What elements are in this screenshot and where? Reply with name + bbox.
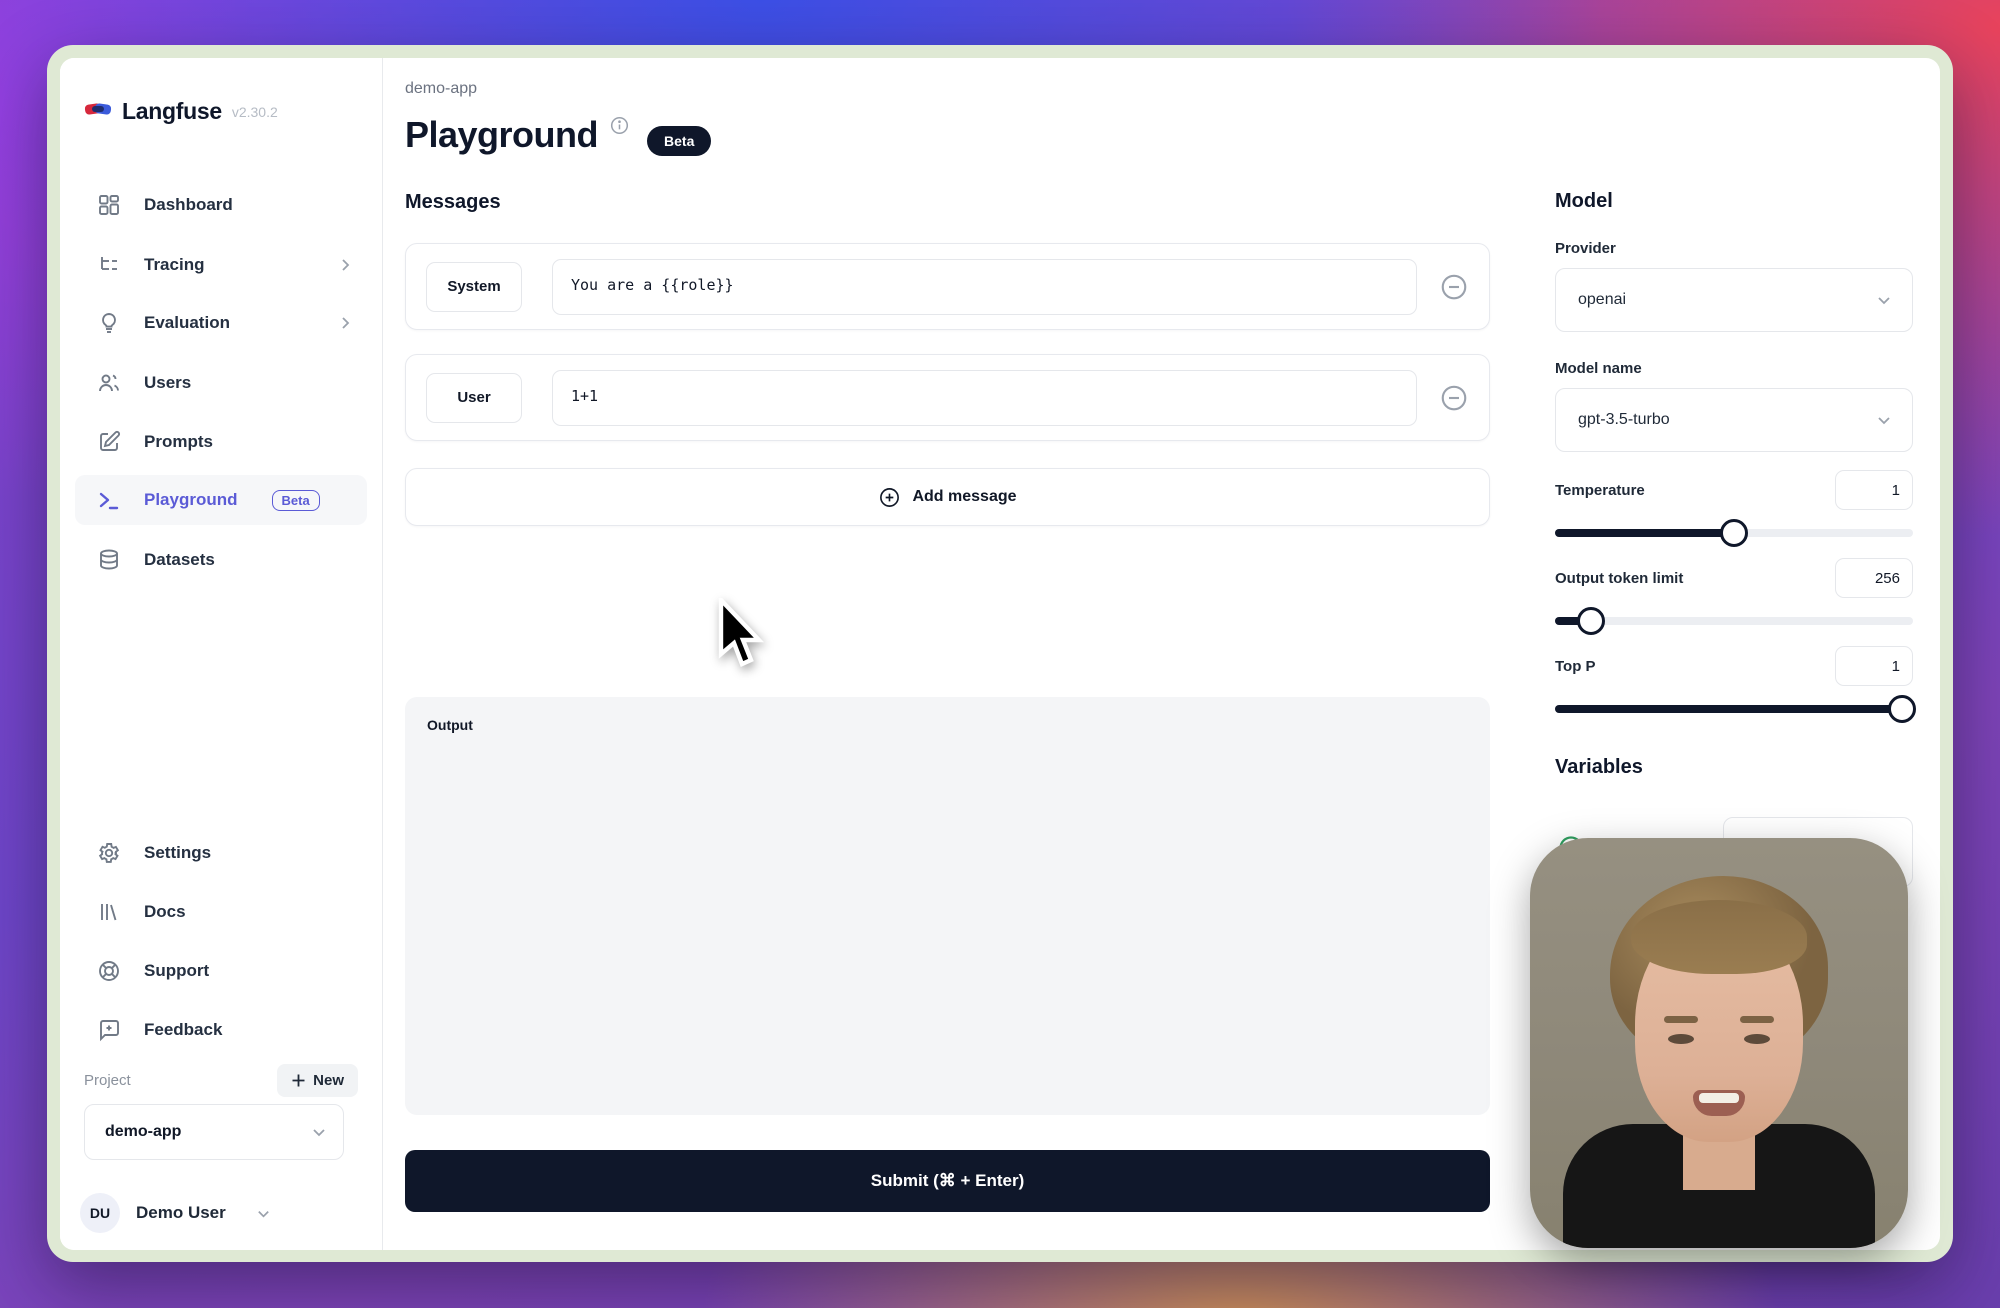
sidebar-item-support[interactable]: Support xyxy=(75,946,367,996)
user-name: Demo User xyxy=(136,1203,226,1223)
message-plus-icon xyxy=(95,1017,122,1044)
temperature-label: Temperature xyxy=(1555,482,1645,499)
message-row-user: User 1+1 xyxy=(405,354,1490,441)
variables-heading: Variables xyxy=(1555,756,1643,779)
gear-icon xyxy=(95,840,122,867)
sidebar-item-users[interactable]: Users xyxy=(75,358,367,408)
sidebar-item-prompts[interactable]: Prompts xyxy=(75,417,367,467)
chevron-down-icon xyxy=(256,1206,271,1221)
beta-badge-outline: Beta xyxy=(272,490,320,511)
top-p-value-input[interactable] xyxy=(1835,646,1913,686)
slider-handle[interactable] xyxy=(1720,519,1748,547)
database-icon xyxy=(95,547,122,574)
sidebar-item-datasets[interactable]: Datasets xyxy=(75,535,367,585)
top-p-label: Top P xyxy=(1555,658,1596,675)
model-name-label: Model name xyxy=(1555,360,1642,377)
submit-button[interactable]: Submit (⌘ + Enter) xyxy=(405,1150,1490,1212)
page-title: Playground xyxy=(405,114,598,156)
sidebar-item-settings[interactable]: Settings xyxy=(75,828,367,878)
users-icon xyxy=(95,370,122,397)
avatar: DU xyxy=(80,1193,120,1233)
output-token-limit-slider[interactable] xyxy=(1555,617,1913,625)
provider-label: Provider xyxy=(1555,240,1616,257)
chevron-down-icon xyxy=(311,1124,327,1140)
prompts-icon xyxy=(95,429,122,456)
dashboard-icon xyxy=(95,192,122,219)
output-panel: Output xyxy=(405,697,1490,1115)
messages-heading: Messages xyxy=(405,191,501,214)
chevron-down-icon xyxy=(1876,292,1892,308)
brand-name: Langfuse xyxy=(122,98,222,125)
remove-message-button[interactable] xyxy=(1439,383,1469,413)
minus-circle-icon xyxy=(1439,272,1469,302)
model-heading: Model xyxy=(1555,190,1613,213)
logo-row[interactable]: Langfuse v2.30.2 xyxy=(84,98,278,125)
output-label: Output xyxy=(427,717,473,733)
lightbulb-icon xyxy=(95,310,122,337)
temperature-value-input[interactable] xyxy=(1835,470,1913,510)
user-menu[interactable]: DU Demo User xyxy=(80,1193,271,1233)
beta-badge: Beta xyxy=(647,126,711,156)
chevron-right-icon xyxy=(337,257,353,273)
minus-circle-icon xyxy=(1439,383,1469,413)
sidebar: Langfuse v2.30.2 Dashboard Tracing xyxy=(60,58,383,1250)
sidebar-item-tracing[interactable]: Tracing xyxy=(75,240,367,290)
message-input[interactable]: You are a {{role}} xyxy=(552,259,1417,315)
role-button[interactable]: System xyxy=(426,262,522,312)
model-name-select[interactable]: gpt-3.5-turbo xyxy=(1555,388,1913,452)
sidebar-item-feedback[interactable]: Feedback xyxy=(75,1005,367,1055)
breadcrumb[interactable]: demo-app xyxy=(405,80,477,98)
plus-circle-icon xyxy=(878,486,901,509)
provider-select[interactable]: openai xyxy=(1555,268,1913,332)
tracing-icon xyxy=(95,252,122,279)
role-button[interactable]: User xyxy=(426,373,522,423)
sidebar-item-dashboard[interactable]: Dashboard xyxy=(75,180,367,230)
sidebar-item-docs[interactable]: Docs xyxy=(75,887,367,937)
slider-handle[interactable] xyxy=(1577,607,1605,635)
sidebar-item-evaluation[interactable]: Evaluation xyxy=(75,298,367,348)
info-icon[interactable] xyxy=(610,116,629,140)
output-token-limit-label: Output token limit xyxy=(1555,570,1683,587)
webcam-overlay xyxy=(1530,838,1908,1248)
new-project-button[interactable]: New xyxy=(277,1064,358,1097)
project-label: Project xyxy=(84,1072,131,1089)
library-icon xyxy=(95,899,122,926)
lifebuoy-icon xyxy=(95,958,122,985)
main-content: demo-app Playground Beta Messages System… xyxy=(405,58,1490,1250)
terminal-icon xyxy=(95,487,122,514)
add-message-button[interactable]: Add message xyxy=(405,468,1490,526)
slider-handle[interactable] xyxy=(1888,695,1916,723)
temperature-slider[interactable] xyxy=(1555,529,1913,537)
plus-icon xyxy=(291,1073,306,1088)
chevron-down-icon xyxy=(1876,412,1892,428)
langfuse-logo-icon xyxy=(84,98,112,125)
person-hair-fringe xyxy=(1631,900,1807,974)
chevron-right-icon xyxy=(337,315,353,331)
mouse-cursor xyxy=(715,598,767,674)
app-version: v2.30.2 xyxy=(232,104,278,120)
top-p-slider[interactable] xyxy=(1555,705,1913,713)
output-token-limit-value-input[interactable] xyxy=(1835,558,1913,598)
project-select[interactable]: demo-app xyxy=(84,1104,344,1160)
sidebar-item-playground[interactable]: Playground Beta xyxy=(75,475,367,525)
remove-message-button[interactable] xyxy=(1439,272,1469,302)
message-input[interactable]: 1+1 xyxy=(552,370,1417,426)
message-row-system: System You are a {{role}} xyxy=(405,243,1490,330)
project-section: Project New xyxy=(84,1064,358,1097)
